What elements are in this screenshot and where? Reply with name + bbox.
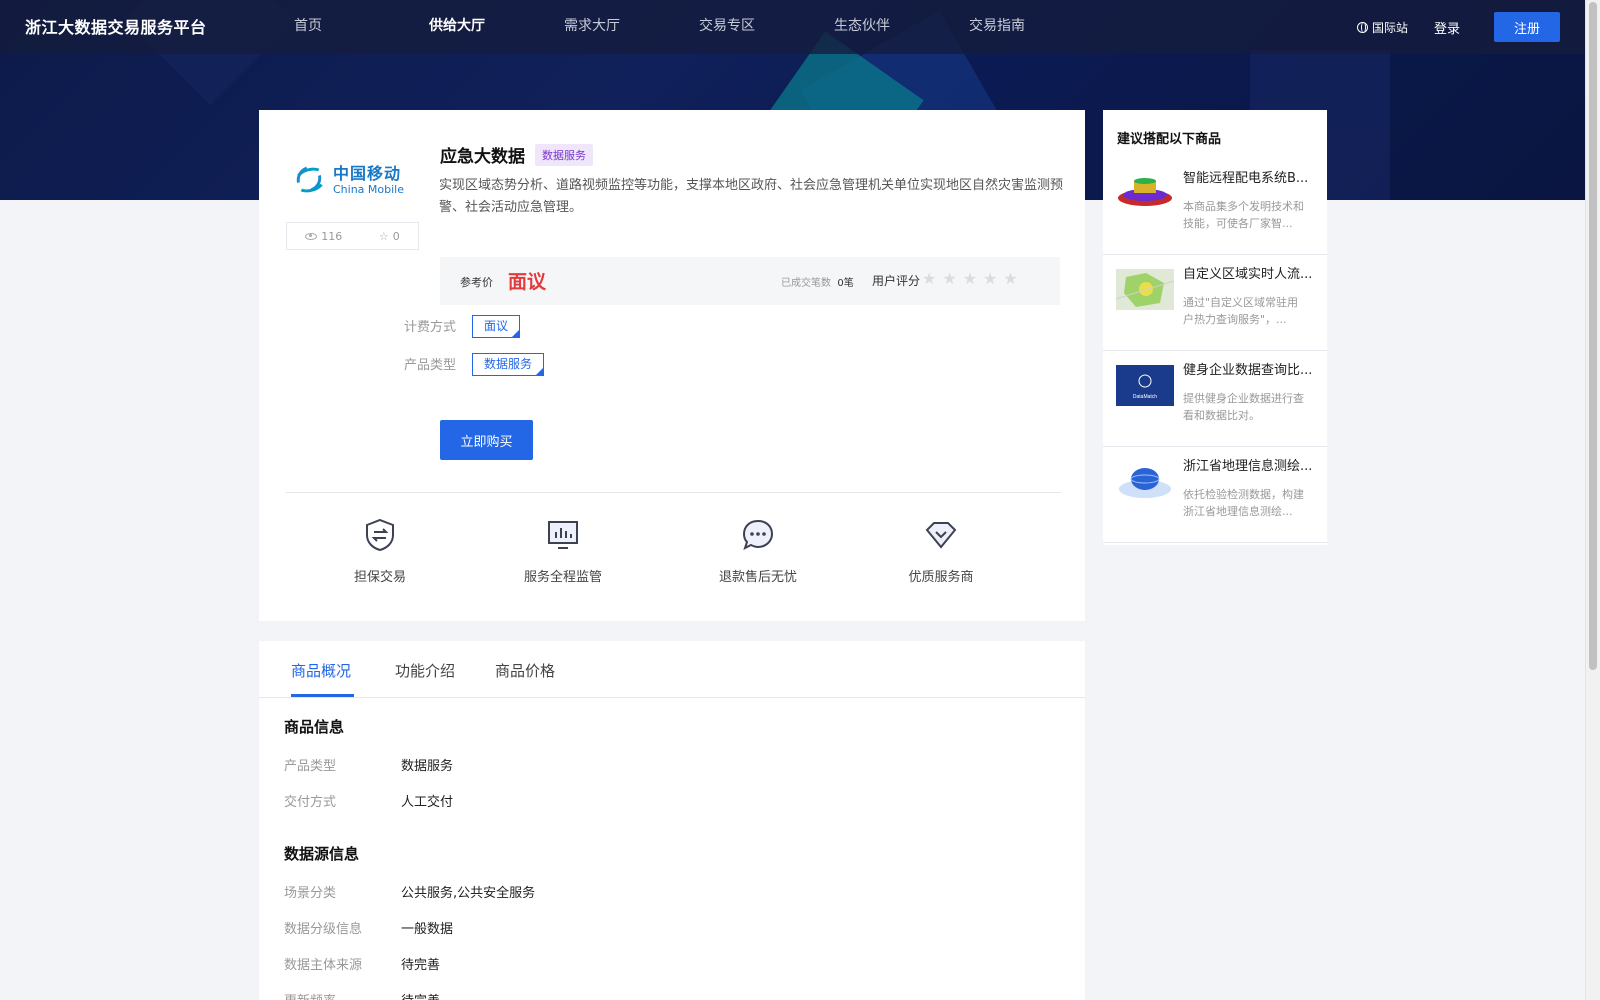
info-key: 交付方式	[284, 795, 337, 810]
product-title-row: 应急大数据 数据服务	[440, 142, 593, 167]
feature-supervision: 服务全程监管	[503, 518, 623, 585]
billing-label: 计费方式	[404, 320, 457, 335]
feature-refund: 退款售后无忧	[698, 518, 818, 585]
nav-demand-hall[interactable]: 需求大厅	[564, 0, 699, 54]
vendor-logo: 中国移动 China Mobile	[292, 161, 413, 198]
favorite-count[interactable]: ☆ 0	[379, 230, 400, 243]
main-nav: 首页 供给大厅 需求大厅 交易专区 生态伙伴 交易指南	[294, 0, 1104, 54]
brand-title[interactable]: 浙江大数据交易服务平台	[25, 14, 207, 38]
info-key: 数据分级信息	[284, 922, 363, 937]
info-value: 人工交付	[401, 795, 454, 810]
distribution-3d-icon	[1118, 178, 1172, 206]
register-button[interactable]: 注册	[1494, 12, 1560, 42]
info-key: 产品类型	[284, 759, 337, 774]
price-bar: 参考价 面议 已成交笔数 0笔 用户评分 ★ ★ ★ ★ ★	[440, 257, 1060, 305]
nav-trade-zone[interactable]: 交易专区	[699, 0, 834, 54]
product-card: 中国移动 China Mobile 116 ☆ 0 应急大数据 数据服务 实现区…	[259, 110, 1085, 621]
product-detail-section: 商品概况 功能介绍 商品价格 商品信息 产品类型 数据服务 交付方式 人工交付 …	[259, 641, 1085, 1000]
star-icon[interactable]: ★	[942, 269, 956, 288]
shield-exchange-icon	[366, 518, 394, 552]
globe-platform-icon	[1116, 461, 1174, 502]
info-value: 待完善	[401, 990, 440, 1000]
detail-tabs: 商品概况 功能介绍 商品价格	[259, 641, 1085, 698]
nav-trade-guide[interactable]: 交易指南	[969, 0, 1104, 54]
view-count: 116	[305, 230, 342, 243]
info-value: 公共服务,公共安全服务	[401, 886, 536, 901]
price-label: 参考价	[460, 276, 493, 289]
star-icon[interactable]: ★	[922, 269, 936, 288]
tab-pricing[interactable]: 商品价格	[495, 660, 555, 681]
top-navigation-bar: 浙江大数据交易服务平台 首页 供给大厅 需求大厅 交易专区 生态伙伴 交易指南 …	[0, 0, 1585, 54]
billing-option[interactable]: 面议	[472, 315, 521, 338]
logo-text-cn: 中国移动	[333, 163, 402, 183]
product-title: 应急大数据	[440, 147, 525, 167]
recommended-products: 建议搭配以下商品 智能远程配电系统B... 本商品集多个发明技术和技能，可使各厂…	[1103, 110, 1327, 545]
info-key: 场景分类	[284, 886, 337, 901]
rating-label: 用户评分	[872, 274, 921, 288]
sidebar-title: 建议搭配以下商品	[1117, 132, 1222, 147]
info-key: 更新频率	[284, 990, 336, 1000]
login-link[interactable]: 登录	[1434, 18, 1460, 37]
chat-bubble-icon	[742, 519, 774, 550]
type-option[interactable]: 数据服务	[472, 353, 545, 376]
nav-supply-hall[interactable]: 供给大厅	[429, 0, 564, 54]
info-value: 一般数据	[401, 922, 454, 937]
recommended-item[interactable]: DataMatch 健身企业数据查询比... 提供健身企业数据进行查看和数据比对…	[1103, 351, 1327, 447]
star-icon[interactable]: ★	[983, 269, 997, 288]
buy-now-button[interactable]: 立即购买	[440, 420, 533, 460]
diamond-check-icon	[925, 522, 957, 549]
page-scrollbar[interactable]	[1585, 0, 1600, 1000]
international-site-link[interactable]: 国际站	[1356, 19, 1408, 36]
section-title-source-info: 数据源信息	[284, 845, 360, 863]
datamatch-logo-text: DataMatch	[1133, 394, 1157, 400]
scrollbar-thumb[interactable]	[1589, 2, 1597, 670]
info-value: 数据服务	[401, 759, 454, 774]
nav-home[interactable]: 首页	[294, 0, 429, 54]
type-label: 产品类型	[404, 358, 457, 373]
price-value: 面议	[508, 271, 547, 293]
tab-features[interactable]: 功能介绍	[395, 660, 455, 681]
heatmap-map-icon	[1116, 269, 1174, 310]
info-value: 待完善	[401, 958, 441, 973]
recommended-item[interactable]: 智能远程配电系统B... 本商品集多个发明技术和技能，可使各厂家智...	[1103, 159, 1327, 255]
monitor-chart-icon	[548, 521, 578, 549]
datamatch-icon: DataMatch	[1116, 365, 1174, 406]
product-type-badge: 数据服务	[535, 143, 593, 166]
product-description: 实现区域态势分析、道路视频监控等功能，支撑本地区政府、社会应急管理机关单位实现地…	[439, 178, 1064, 215]
tab-overview[interactable]: 商品概况	[291, 660, 351, 681]
service-features: 担保交易 服务全程监管 退款售后无忧 优质服务商	[286, 518, 1061, 598]
divider	[286, 492, 1061, 493]
rating-stars[interactable]: ★ ★ ★ ★ ★	[922, 269, 1024, 288]
star-icon[interactable]: ★	[1003, 269, 1017, 288]
globe-icon	[1356, 21, 1368, 33]
recommended-item[interactable]: 自定义区域实时人流... 通过"自定义区域常驻用户热力查询服务"，...	[1103, 255, 1327, 351]
deal-count: 已成交笔数 0笔	[781, 278, 854, 289]
feature-quality-provider: 优质服务商	[881, 518, 1001, 585]
section-title-product-info: 商品信息	[284, 718, 345, 736]
nav-partners[interactable]: 生态伙伴	[834, 0, 969, 54]
logo-text-en: China Mobile	[333, 182, 405, 196]
feature-guaranteed-trade: 担保交易	[320, 518, 440, 585]
intl-label: 国际站	[1371, 20, 1408, 35]
active-tab-indicator	[291, 694, 354, 697]
china-mobile-logo-icon	[292, 161, 329, 197]
eye-icon	[305, 232, 318, 240]
star-icon[interactable]: ★	[963, 269, 977, 288]
product-stats: 116 ☆ 0	[286, 222, 419, 250]
star-outline-icon: ☆	[378, 229, 389, 243]
recommended-item[interactable]: 浙江省地理信息测绘... 依托检验检测数据，构建浙江省地理信息测绘...	[1103, 447, 1327, 543]
info-key: 数据主体来源	[284, 958, 363, 973]
